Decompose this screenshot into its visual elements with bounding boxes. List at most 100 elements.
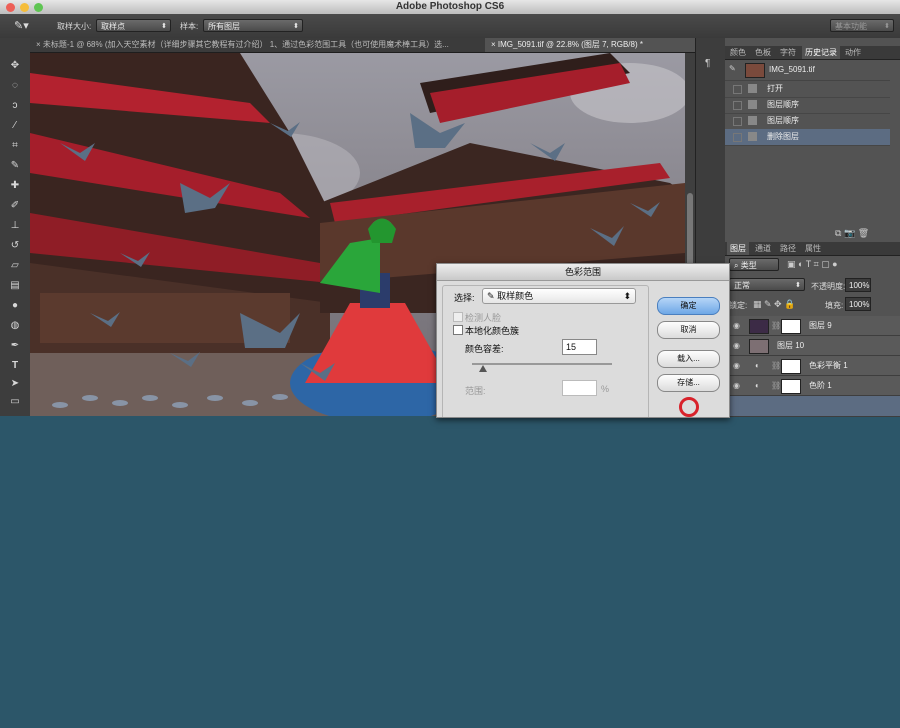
eye-icon[interactable]: ◉ xyxy=(733,356,740,375)
chevron-down-icon: ⬍ xyxy=(795,282,801,289)
eraser-tool-icon[interactable]: ▱ xyxy=(6,258,24,274)
history-item-label: 删除图层 xyxy=(767,132,799,141)
healing-brush-tool-icon[interactable]: ✚ xyxy=(6,178,24,194)
gradient-tool-icon[interactable]: ▤ xyxy=(6,278,24,294)
layer-row[interactable]: ◉ ⛓ 图层 9 xyxy=(725,316,900,336)
layer-filter-select[interactable]: ⌕ 类型 xyxy=(729,258,779,271)
layers-panel-tabs: 图层 通道 路径 属性 xyxy=(725,242,900,256)
eyedropper-tool-preset-icon[interactable]: ✎▾ xyxy=(14,19,29,32)
adjustment-layer-icon: ◐ xyxy=(755,381,760,390)
tab-img-5091[interactable]: × IMG_5091.tif @ 22.8% (图层 7, RGB/8) * xyxy=(485,38,695,52)
select-dropdown[interactable]: ✎ 取样颜色 ⬍ xyxy=(482,288,636,304)
layer-row-selected[interactable] xyxy=(725,396,900,417)
save-button[interactable]: 存储... xyxy=(657,374,720,392)
tab-untitled-1[interactable]: × 未标题-1 @ 68% (加入天空素材（详细步骤其它教程有过介绍） 1、通过… xyxy=(30,38,485,52)
paragraph-icon[interactable]: ¶ xyxy=(705,58,710,69)
trash-icon[interactable]: 🗑 xyxy=(858,228,869,238)
dodge-tool-icon[interactable]: ◍ xyxy=(6,318,24,334)
history-state-icon xyxy=(748,116,757,125)
tab-character[interactable]: 字符 xyxy=(777,46,799,59)
fuzziness-slider-track[interactable] xyxy=(472,363,612,365)
layer-name: 色彩平衡 1 xyxy=(809,361,848,370)
tools-panel: ✥ ◌ ↄ ⁄ ⌗ ✎ ✚ ✐ ⊥ ↺ ▱ ▤ ● ◍ ✒ T ➤ ▭ xyxy=(0,38,31,416)
scrollbar-thumb[interactable] xyxy=(687,193,693,273)
load-button[interactable]: 载入... xyxy=(657,350,720,368)
blend-mode-value: 正常 xyxy=(734,281,750,290)
brush-tool-icon[interactable]: ✐ xyxy=(6,198,24,214)
history-item[interactable]: 图层顺序 xyxy=(725,97,890,114)
link-icon: ⛓ xyxy=(771,361,782,370)
layer-row[interactable]: ◉ ◐ ⛓ 色彩平衡 1 xyxy=(725,356,900,376)
sample-select[interactable]: 所有图层 ⬍ xyxy=(203,19,303,32)
path-selection-tool-icon[interactable]: ➤ xyxy=(6,376,24,392)
eye-icon[interactable]: ◉ xyxy=(733,316,740,335)
tab-layers[interactable]: 图层 xyxy=(727,242,749,255)
select-label: 选择: xyxy=(454,293,475,303)
history-item-selected[interactable]: 删除图层 xyxy=(725,129,890,146)
history-brush-source-box[interactable] xyxy=(733,85,742,94)
fuzziness-input[interactable]: 15 xyxy=(562,339,597,355)
lasso-tool-icon[interactable]: ↄ xyxy=(6,98,24,114)
fuzziness-slider-handle[interactable] xyxy=(479,365,487,372)
right-panels: 颜色 色板 字符 历史记录 动作 ✎ IMG_5091.tif 打开 图层顺序 … xyxy=(725,38,900,417)
history-item[interactable]: 图层顺序 xyxy=(725,113,890,130)
blur-tool-icon[interactable]: ● xyxy=(6,298,24,314)
range-input[interactable] xyxy=(562,380,597,396)
history-brush-tool-icon[interactable]: ↺ xyxy=(6,238,24,254)
history-item[interactable]: 打开 xyxy=(725,81,890,98)
lock-icons[interactable]: ▦ ✎ ✥ 🔒 xyxy=(753,299,795,310)
pen-tool-icon[interactable]: ✒ xyxy=(6,338,24,354)
fill-input[interactable]: 100% xyxy=(845,297,871,311)
marquee-tool-icon[interactable]: ◌ xyxy=(6,78,24,94)
tab-color[interactable]: 颜色 xyxy=(727,46,749,59)
move-tool-icon[interactable]: ✥ xyxy=(6,58,24,74)
history-brush-source-box[interactable] xyxy=(733,101,742,110)
layer-row[interactable]: ◉ ◐ ⛓ 色阶 1 xyxy=(725,376,900,396)
eye-icon[interactable]: ◉ xyxy=(733,376,740,395)
detect-faces-checkbox[interactable] xyxy=(453,312,463,322)
dialog-title: 色彩范围 xyxy=(437,264,729,281)
layer-mask-thumbnail xyxy=(781,359,801,374)
history-item-label: 图层顺序 xyxy=(767,116,799,125)
localized-clusters-checkbox[interactable] xyxy=(453,325,463,335)
type-tool-icon[interactable]: T xyxy=(6,358,24,374)
camera-snapshot-icon[interactable]: 📷 xyxy=(844,228,855,238)
rectangle-tool-icon[interactable]: ▭ xyxy=(6,394,24,410)
tab-paths[interactable]: 路径 xyxy=(777,242,799,255)
cancel-button[interactable]: 取消 xyxy=(657,321,720,339)
fuzziness-label: 颜色容差: xyxy=(465,344,504,354)
eye-icon[interactable]: ◉ xyxy=(733,336,740,355)
sample-size-value: 取样点 xyxy=(101,22,125,31)
history-item-label: 图层顺序 xyxy=(767,100,799,109)
tab-swatches[interactable]: 色板 xyxy=(752,46,774,59)
tab-properties[interactable]: 属性 xyxy=(802,242,824,255)
snapshot-brush-icon: ✎ xyxy=(729,64,736,73)
new-document-from-state-icon[interactable]: ⧉ xyxy=(835,228,841,238)
tab-history[interactable]: 历史记录 xyxy=(802,46,840,59)
fill-label: 填充: xyxy=(825,301,844,310)
ok-button[interactable]: 确定 xyxy=(657,297,720,315)
layer-filter-icons[interactable]: ▣ ◐ T ⌗ ▢ ● xyxy=(787,259,838,270)
tab-actions[interactable]: 动作 xyxy=(842,46,864,59)
title-bar: Adobe Photoshop CS6 xyxy=(0,0,900,14)
chevron-down-icon: ⬍ xyxy=(623,291,631,301)
sample-size-select[interactable]: 取样点 ⬍ xyxy=(96,19,171,32)
layer-mask-thumbnail xyxy=(781,319,801,334)
blend-mode-select[interactable]: 正常 ⬍ xyxy=(729,278,805,291)
eyedropper-tool-icon[interactable]: ✎ xyxy=(6,158,24,174)
clone-stamp-tool-icon[interactable]: ⊥ xyxy=(6,218,24,234)
history-panel-footer: ⧉ 📷 🗑 xyxy=(835,228,869,239)
workspace-select[interactable]: 基本功能 ⬍ xyxy=(830,19,894,32)
snapshot-thumbnail xyxy=(745,63,765,78)
opacity-input[interactable]: 100% xyxy=(845,278,871,292)
lock-label: 锁定: xyxy=(729,301,748,310)
history-brush-source-box[interactable] xyxy=(733,117,742,126)
crop-tool-icon[interactable]: ⌗ xyxy=(6,138,24,154)
history-brush-source-box[interactable] xyxy=(733,133,742,142)
layer-row[interactable]: ◉ 图层 10 xyxy=(725,336,900,356)
tab-channels[interactable]: 通道 xyxy=(752,242,774,255)
layer-mask-thumbnail xyxy=(781,379,801,394)
history-snapshot[interactable]: ✎ IMG_5091.tif xyxy=(725,60,890,81)
link-icon: ⛓ xyxy=(771,381,782,390)
quick-selection-tool-icon[interactable]: ⁄ xyxy=(6,118,24,134)
